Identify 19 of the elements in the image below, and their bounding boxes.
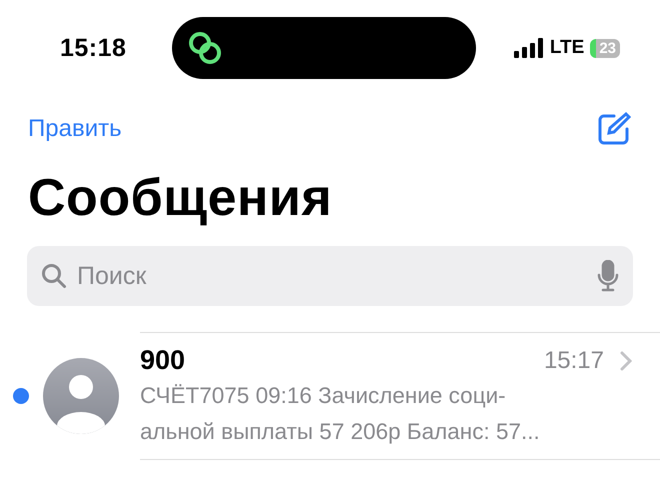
message-preview: альной выплаты 57 206р Баланс: 57... (140, 418, 541, 446)
battery-indicator: 23 (590, 38, 620, 58)
avatar-icon (43, 358, 119, 434)
search-icon (41, 263, 67, 289)
edit-link[interactable]: Править (28, 115, 122, 143)
clock-time: 15:18 (60, 34, 128, 62)
page-title: Сообщения (28, 168, 334, 228)
search-bar[interactable]: Поиск (27, 246, 633, 306)
conversation-row[interactable]: 900 15:17 СЧЁТ7075 09:16 Зачисление соци- альной выплаты 57 206р Баланс: 57... (0, 332, 660, 460)
message-time: 15:17 (544, 346, 604, 374)
message-preview: СЧЁТ7075 09:16 Зачисление соци- (140, 382, 507, 410)
signal-icon (514, 38, 544, 58)
linked-rings-icon (188, 31, 222, 65)
microphone-icon[interactable] (597, 260, 619, 292)
network-label: LTE (550, 37, 584, 59)
search-input[interactable]: Поиск (75, 260, 589, 292)
compose-button[interactable] (596, 111, 632, 147)
chevron-icon (620, 350, 632, 370)
contact-name: 900 (140, 345, 186, 376)
